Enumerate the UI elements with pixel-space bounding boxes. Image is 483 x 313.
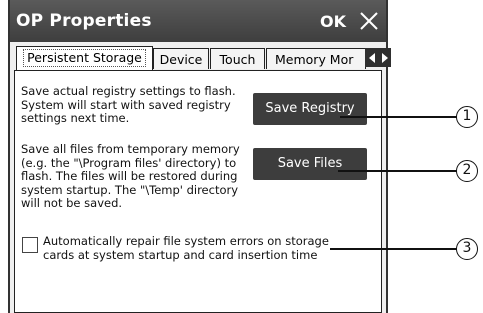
close-icon — [360, 12, 378, 30]
op-properties-window: OP Properties OK Persistent Storage Devi… — [8, 0, 391, 313]
tab-label: Persistent Storage — [23, 49, 146, 67]
tab-memory-monitoring[interactable]: Memory Mor — [266, 48, 366, 69]
files-description-line: Save all files from temporary memory — [21, 142, 240, 156]
persistent-storage-panel: Save actual registry settings to flash. … — [14, 70, 382, 313]
callout-2: 2 — [456, 160, 478, 182]
arrow-left-icon[interactable] — [368, 52, 375, 63]
screenshot-root: OP Properties OK Persistent Storage Devi… — [0, 0, 483, 313]
tab-persistent-storage[interactable]: Persistent Storage — [16, 46, 153, 70]
callout-3: 3 — [456, 238, 478, 260]
repair-checkbox[interactable] — [22, 237, 38, 253]
repair-label-line: Automatically repair file system errors … — [43, 234, 329, 248]
tab-touch[interactable]: Touch — [210, 48, 265, 69]
files-description-line: (e.g. the "\Program files' directory) to — [21, 155, 237, 170]
registry-description: Save actual registry settings to flash. … — [21, 84, 236, 126]
registry-description-line: Save actual registry settings to flash. — [21, 84, 236, 98]
registry-description-line: System will start with saved registry — [21, 97, 231, 112]
repair-label-line: cards at system startup and card inserti… — [43, 247, 318, 262]
tab-device[interactable]: Device — [153, 48, 209, 69]
close-button[interactable] — [352, 4, 386, 38]
files-description-line: flash. The files will be restored during — [21, 169, 238, 183]
ok-button[interactable]: OK — [316, 4, 350, 38]
callout-line-2 — [338, 170, 458, 172]
tab-scroll-buttons — [365, 48, 391, 67]
registry-description-line: settings next time. — [21, 111, 130, 125]
save-registry-button[interactable]: Save Registry — [253, 93, 367, 125]
files-description: Save all files from temporary memory (e.… — [21, 142, 240, 211]
callout-line-1 — [340, 116, 458, 118]
callout-1: 1 — [456, 106, 478, 128]
tab-bar: Persistent Storage Device Touch Memory M… — [14, 46, 391, 70]
save-files-button[interactable]: Save Files — [253, 148, 367, 180]
callout-line-3 — [330, 248, 458, 250]
window-title: OP Properties — [16, 11, 152, 31]
files-description-line: will not be saved. — [21, 196, 123, 210]
repair-label[interactable]: Automatically repair file system errors … — [43, 234, 329, 262]
arrow-right-icon[interactable] — [381, 52, 388, 63]
files-description-line: system startup. The "\Temp' directory — [21, 182, 239, 197]
title-bar: OP Properties OK — [10, 0, 386, 42]
